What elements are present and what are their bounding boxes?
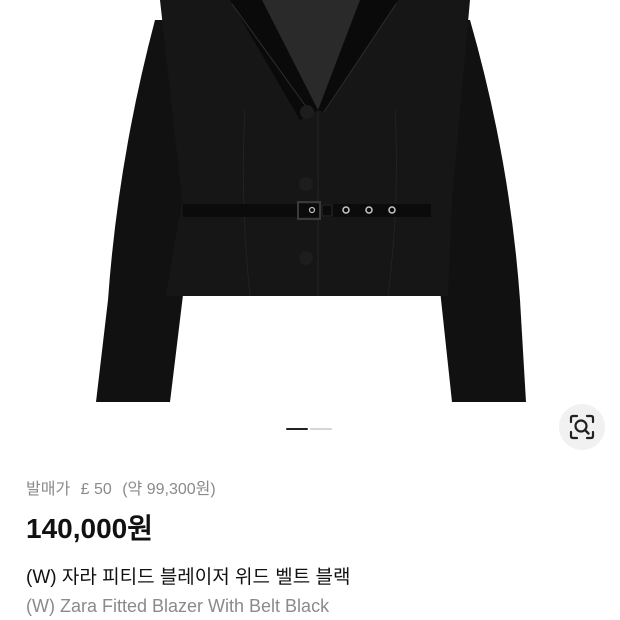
pager-dot[interactable] — [310, 428, 332, 430]
product-title-english: (W) Zara Fitted Blazer With Belt Black — [26, 596, 330, 616]
product-image — [96, 0, 526, 402]
pager-dot-active[interactable] — [286, 428, 308, 430]
release-price: £ 50 — [80, 481, 112, 498]
product-info: 발매가 £ 50 (약 99,300원) 140,000원 (W) 자라 피티드… — [26, 478, 600, 618]
release-price-line: 발매가 £ 50 (약 99,300원) — [26, 478, 600, 502]
image-pager-dots — [286, 428, 332, 432]
product-title-korean: (W) 자라 피티드 블레이저 위드 벨트 블랙 — [26, 567, 351, 588]
image-search-icon — [569, 414, 595, 440]
product-price: 140,000원 — [26, 513, 153, 544]
product-image-gallery[interactable] — [0, 0, 620, 455]
image-search-button[interactable] — [559, 404, 605, 450]
release-price-converted: (약 99,300원) — [122, 481, 216, 498]
release-price-label: 발매가 — [26, 481, 71, 498]
